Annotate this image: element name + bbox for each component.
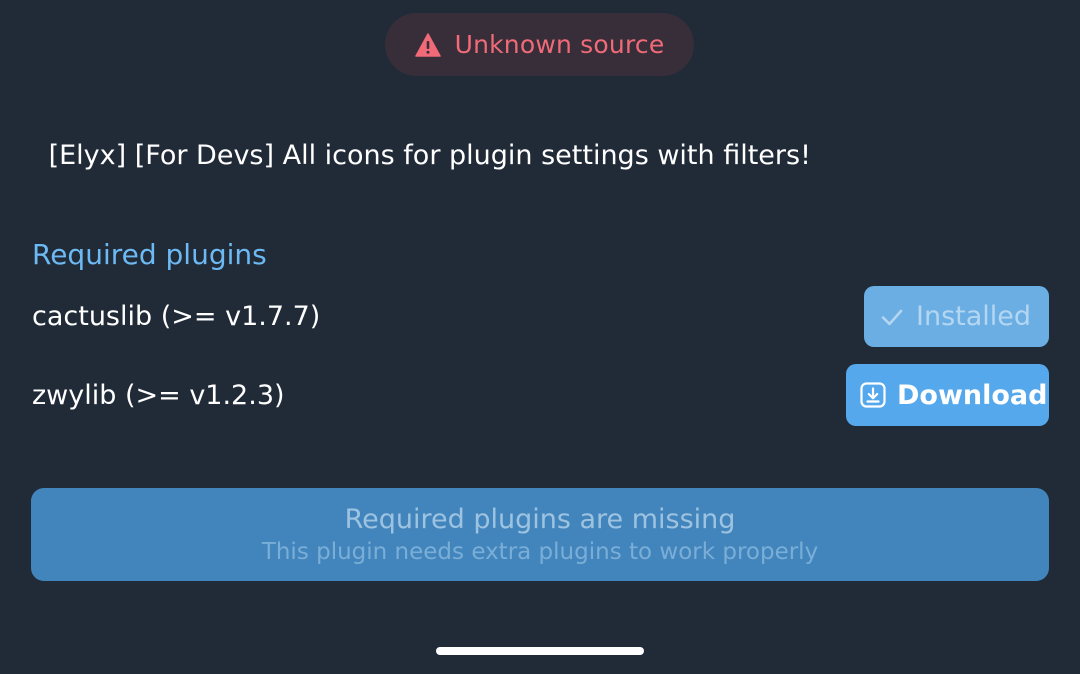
missing-plugins-title: Required plugins are missing: [344, 504, 736, 535]
dependency-row-cactuslib: cactuslib (>= v1.7.7) Installed: [32, 286, 1049, 347]
home-indicator: [436, 647, 644, 655]
source-badge-text: Unknown source: [454, 30, 665, 59]
dependency-name: zwylib (>= v1.2.3): [32, 379, 285, 411]
required-plugins-heading: Required plugins: [32, 238, 267, 271]
check-icon: [881, 309, 903, 325]
dependency-row-zwylib: zwylib (>= v1.2.3) Download: [32, 364, 1049, 426]
missing-plugins-subtitle: This plugin needs extra plugins to work …: [261, 539, 819, 565]
dependency-name: cactuslib (>= v1.7.7): [32, 301, 321, 332]
warning-icon: [414, 32, 441, 57]
download-button[interactable]: Download: [846, 364, 1049, 426]
unknown-source-badge: Unknown source: [385, 13, 694, 76]
download-button-label: Download: [897, 379, 1048, 411]
installed-button-label: Installed: [916, 301, 1032, 332]
missing-plugins-button[interactable]: Required plugins are missing This plugin…: [31, 488, 1049, 581]
installed-button[interactable]: Installed: [864, 286, 1049, 347]
download-icon: [860, 382, 886, 408]
plugin-title: [Elyx] [For Devs] All icons for plugin s…: [40, 140, 811, 171]
